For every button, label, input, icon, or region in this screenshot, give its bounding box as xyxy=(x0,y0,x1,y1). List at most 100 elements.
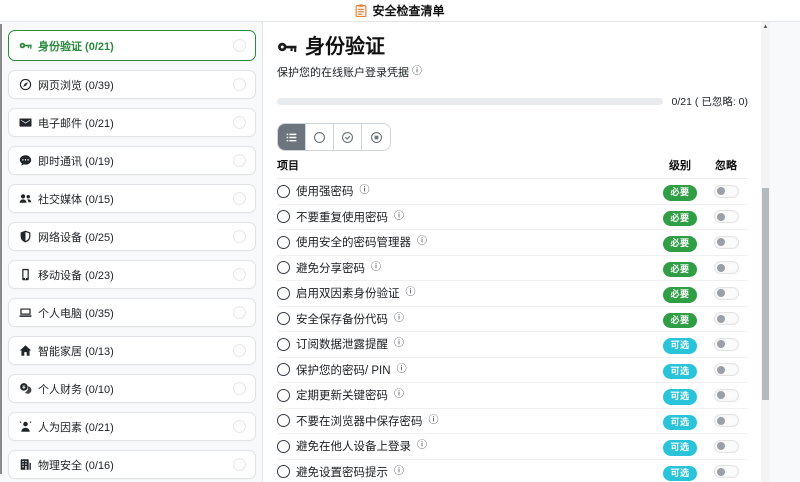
scrollbar-thumb[interactable] xyxy=(762,188,769,400)
progress-row: 0/21 ( 已忽略: 0) xyxy=(277,94,748,109)
item-label: 避免分享密码 xyxy=(296,262,365,275)
ignore-toggle[interactable] xyxy=(713,210,739,224)
sidebar-item[interactable]: 物理安全 (0/16) xyxy=(8,450,256,479)
sidebar-item-label: 电子邮件 (0/21) xyxy=(38,117,114,130)
item-checkbox[interactable] xyxy=(277,312,290,326)
sidebar-item[interactable]: 网页浏览 (0/39) xyxy=(8,70,256,99)
checklist-row[interactable]: 使用强密码 ⓘ 必要 xyxy=(277,179,748,205)
info-icon[interactable]: ⓘ xyxy=(394,466,404,477)
sidebar-item-label: 身份验证 (0/21) xyxy=(38,40,114,53)
checklist-row[interactable]: 避免分享密码 ⓘ 必要 xyxy=(277,256,748,281)
info-icon[interactable]: ⓘ xyxy=(429,415,439,426)
ignore-toggle[interactable] xyxy=(713,388,739,402)
info-icon[interactable]: ⓘ xyxy=(417,237,427,247)
info-icon[interactable]: ⓘ xyxy=(371,262,381,273)
list-filter-button[interactable] xyxy=(278,124,306,150)
sidebar-item[interactable]: 即时通讯 (0/19) xyxy=(8,146,256,175)
layout: 身份验证 (0/21) 网页浏览 (0/39) 电子邮件 (0/21) 即时通讯… xyxy=(0,22,800,482)
toggle-knob xyxy=(716,212,725,221)
item-label: 启用双因素身份验证 xyxy=(296,288,400,301)
sidebar-item[interactable]: 移动设备 (0/23) xyxy=(8,260,256,289)
checklist-row[interactable]: 避免在他人设备上登录 ⓘ 可选 xyxy=(277,434,748,460)
sidebar-item[interactable]: 人为因素 (0/21) xyxy=(8,412,256,441)
checklist-row[interactable]: 不要在浏览器中保存密码 ⓘ 可选 xyxy=(277,409,748,434)
info-icon[interactable]: ⓘ xyxy=(412,67,422,77)
ignore-toggle[interactable] xyxy=(713,261,739,275)
ignore-toggle[interactable] xyxy=(713,337,739,351)
item-checkbox[interactable] xyxy=(277,286,290,300)
item-label: 保护您的密码/ PIN xyxy=(296,364,391,377)
item-checkbox[interactable] xyxy=(277,337,290,351)
checklist-row[interactable]: 启用双因素身份验证 ⓘ 必要 xyxy=(277,281,748,307)
sidebar-item[interactable]: 个人财务 (0/10) xyxy=(8,374,256,403)
toggle-knob xyxy=(716,238,725,247)
item-checkbox[interactable] xyxy=(277,363,290,377)
sidebar-item[interactable]: 个人电脑 (0/35) xyxy=(8,298,256,327)
level-badge: 必要 xyxy=(663,236,697,252)
ignore-toggle[interactable] xyxy=(713,312,739,326)
checklist-row[interactable]: 不要重复使用密码 ⓘ 必要 xyxy=(277,205,748,230)
sidebar-scrollbar[interactable] xyxy=(0,24,2,474)
progress-label: 0/21 ( 已忽略: 0) xyxy=(671,96,748,108)
building-icon xyxy=(19,458,32,471)
ignore-toggle[interactable] xyxy=(713,286,739,300)
sidebar-item-label: 物理安全 (0/16) xyxy=(38,459,114,472)
sidebar-item[interactable]: 智能家居 (0/13) xyxy=(8,336,256,365)
users-icon xyxy=(19,192,32,205)
category-progress-circle xyxy=(233,420,246,433)
toggle-knob xyxy=(716,365,725,374)
info-icon[interactable]: ⓘ xyxy=(394,390,404,400)
sidebar-item[interactable]: 社交媒体 (0/15) xyxy=(8,184,256,213)
stop-circle-filter-button[interactable] xyxy=(362,124,390,150)
scrollbar-up-arrow[interactable]: ▲ xyxy=(761,23,770,31)
check-circle-filter-button[interactable] xyxy=(334,124,362,150)
checklist-row[interactable]: 安全保存备份代码 ⓘ 必要 xyxy=(277,307,748,332)
info-icon[interactable]: ⓘ xyxy=(394,313,404,324)
item-checkbox[interactable] xyxy=(277,439,290,453)
main-panel: 身份验证 保护您的在线账户登录凭据 ⓘ 0/21 ( 已忽略: 0) 项目 级别… xyxy=(262,22,770,482)
circle-filter-button[interactable] xyxy=(306,124,334,150)
main-scrollbar[interactable]: ▲ xyxy=(761,22,770,482)
checklist-row[interactable]: 保护您的密码/ PIN ⓘ 可选 xyxy=(277,358,748,383)
info-icon[interactable]: ⓘ xyxy=(406,288,416,298)
sidebar-item[interactable]: 身份验证 (0/21) xyxy=(8,30,256,61)
checklist-row[interactable]: 定期更新关键密码 ⓘ 可选 xyxy=(277,383,748,409)
item-checkbox[interactable] xyxy=(277,414,290,428)
item-checkbox[interactable] xyxy=(277,261,290,275)
toggle-knob xyxy=(716,187,725,196)
table-body: 使用强密码 ⓘ 必要 不要重复使用密码 ⓘ 必要 使用安全的密码管理器 ⓘ 必要 xyxy=(277,179,748,482)
checklist-row[interactable]: 使用安全的密码管理器 ⓘ 必要 xyxy=(277,230,748,256)
coins-icon xyxy=(19,382,32,395)
item-checkbox[interactable] xyxy=(277,235,290,249)
category-progress-circle xyxy=(233,344,246,357)
subtitle-text: 保护您的在线账户登录凭据 xyxy=(277,67,409,79)
toggle-knob xyxy=(716,391,725,400)
checklist-row[interactable]: 订阅数据泄露提醒 ⓘ 可选 xyxy=(277,332,748,358)
sidebar-item-label: 网络设备 (0/25) xyxy=(38,231,114,244)
item-checkbox[interactable] xyxy=(277,184,290,198)
page-title: 身份验证 xyxy=(305,36,385,58)
shield-icon xyxy=(19,230,32,243)
info-icon[interactable]: ⓘ xyxy=(397,364,407,375)
item-checkbox[interactable] xyxy=(277,210,290,224)
checklist-row[interactable]: 避免设置密码提示 ⓘ 可选 xyxy=(277,460,748,482)
col-item-header: 项目 xyxy=(277,160,299,172)
item-checkbox[interactable] xyxy=(277,465,290,479)
info-icon[interactable]: ⓘ xyxy=(417,441,427,451)
sidebar-item[interactable]: 电子邮件 (0/21) xyxy=(8,108,256,137)
info-icon[interactable]: ⓘ xyxy=(394,339,404,349)
level-badge: 可选 xyxy=(663,389,697,405)
ignore-toggle[interactable] xyxy=(713,363,739,377)
sidebar-item[interactable]: 网络设备 (0/25) xyxy=(8,222,256,251)
ignore-toggle[interactable] xyxy=(713,465,739,479)
ignore-toggle[interactable] xyxy=(713,439,739,453)
sidebar-item-label: 个人财务 (0/10) xyxy=(38,383,114,396)
info-icon[interactable]: ⓘ xyxy=(394,211,404,222)
section-header: 身份验证 xyxy=(277,36,748,58)
ignore-toggle[interactable] xyxy=(713,184,739,198)
info-icon[interactable]: ⓘ xyxy=(360,186,370,196)
item-checkbox[interactable] xyxy=(277,388,290,402)
toggle-knob xyxy=(716,416,725,425)
ignore-toggle[interactable] xyxy=(713,414,739,428)
ignore-toggle[interactable] xyxy=(713,235,739,249)
